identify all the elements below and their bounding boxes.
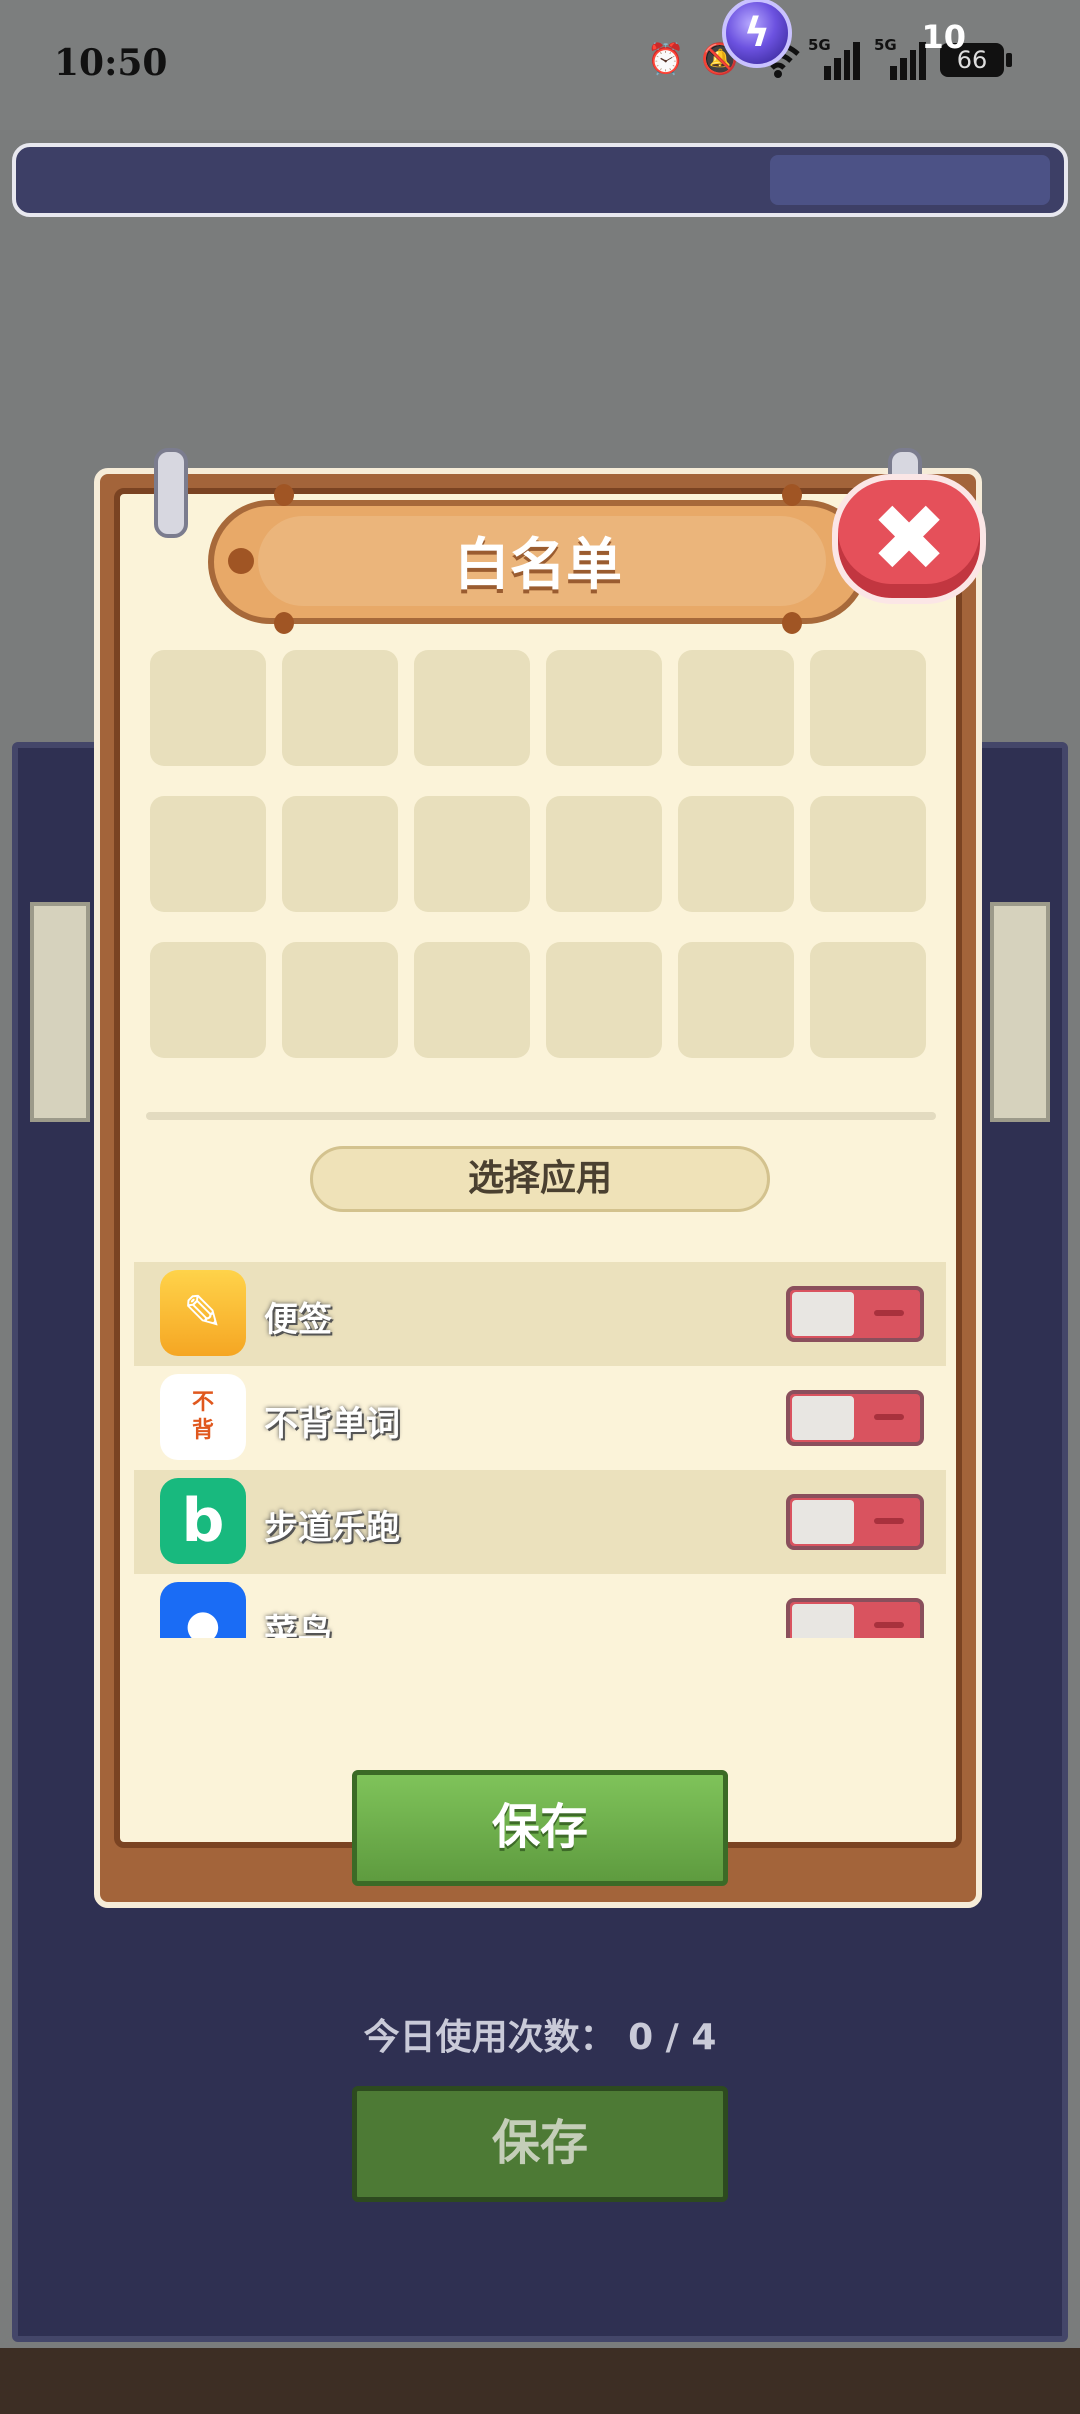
app-toggle[interactable]	[786, 1286, 924, 1342]
whitelist-slot[interactable]	[546, 942, 662, 1058]
icon-text: 不	[191, 1390, 214, 1415]
lightning-orb-icon: ϟ	[722, 0, 792, 68]
budao-app-icon: b	[160, 1478, 246, 1564]
select-apps-button[interactable]: 选择应用	[310, 1146, 770, 1212]
alarm-icon: ⏰	[647, 42, 685, 77]
divider	[146, 1112, 936, 1120]
whitelist-slot[interactable]	[414, 796, 530, 912]
toggle-knob	[792, 1396, 854, 1440]
whitelist-slot[interactable]	[414, 650, 530, 766]
app-toggle[interactable]	[786, 1390, 924, 1446]
status-time: 10:50	[54, 42, 168, 84]
whitelist-slot[interactable]	[282, 650, 398, 766]
background-save-button[interactable]: 保存	[352, 2086, 728, 2202]
app-toggle[interactable]	[786, 1494, 924, 1550]
energy-value: 10	[921, 18, 966, 56]
title-peg	[274, 484, 294, 506]
title-peg	[782, 484, 802, 506]
whitelist-slot[interactable]	[414, 942, 530, 1058]
whitelist-slot[interactable]	[810, 796, 926, 912]
app-list[interactable]: ✎ 便签 不 背 不背单词 b 步道乐跑 ● 菜鸟	[134, 1262, 946, 1638]
network-label: 5G	[874, 36, 897, 54]
toggle-knob	[792, 1292, 854, 1336]
whitelist-slot[interactable]	[150, 796, 266, 912]
app-row: ● 菜鸟	[134, 1574, 946, 1638]
app-row: b 步道乐跑	[134, 1470, 946, 1574]
whitelist-slot[interactable]	[678, 796, 794, 912]
app-row: 不 背 不背单词	[134, 1366, 946, 1470]
toggle-knob	[792, 1604, 854, 1638]
whitelist-slot[interactable]	[546, 650, 662, 766]
save-button[interactable]: 保存	[352, 1770, 728, 1886]
background-card	[990, 902, 1050, 1122]
whitelist-slot[interactable]	[150, 942, 266, 1058]
background-card	[30, 902, 90, 1122]
bubei-app-icon: 不 背	[160, 1374, 246, 1460]
background-bottom-strip	[0, 2348, 1080, 2414]
app-row: ✎ 便签	[134, 1262, 946, 1366]
title-peg	[274, 612, 294, 634]
energy-slot	[770, 155, 1050, 205]
pin-icon	[154, 448, 188, 538]
whitelist-slot-grid	[150, 650, 930, 1062]
signal-5g-icon: 5G	[808, 36, 860, 80]
toggle-off-mark	[874, 1414, 904, 1420]
whitelist-slot[interactable]	[678, 942, 794, 1058]
status-bar: 10:50 ⏰ 🔕 5G 5G 66	[0, 0, 1080, 130]
whitelist-slot[interactable]	[810, 650, 926, 766]
notes-app-icon: ✎	[160, 1270, 246, 1356]
network-label: 5G	[808, 36, 831, 54]
whitelist-slot[interactable]	[546, 796, 662, 912]
close-icon: ✖	[870, 485, 948, 592]
icon-text: 背	[191, 1418, 214, 1443]
daily-usage-count: 今日使用次数： 0 / 4	[363, 2017, 717, 2058]
signal-5g-icon: 5G	[874, 36, 926, 80]
energy-bar	[12, 143, 1068, 217]
toggle-off-mark	[874, 1622, 904, 1628]
toggle-off-mark	[874, 1518, 904, 1524]
app-toggle[interactable]	[786, 1598, 924, 1638]
app-name: 菜鸟	[264, 1612, 332, 1638]
whitelist-slot[interactable]	[150, 650, 266, 766]
toggle-knob	[792, 1500, 854, 1544]
whitelist-slot[interactable]	[282, 942, 398, 1058]
app-name: 便签	[264, 1300, 332, 1340]
toggle-off-mark	[874, 1310, 904, 1316]
app-name: 不背单词	[264, 1404, 400, 1444]
whitelist-slot[interactable]	[282, 796, 398, 912]
modal-title: 白名单	[454, 533, 622, 598]
close-button[interactable]: ✖	[832, 474, 986, 604]
title-peg	[782, 612, 802, 634]
cainiao-app-icon: ●	[160, 1582, 246, 1638]
whitelist-slot[interactable]	[810, 942, 926, 1058]
app-name: 步道乐跑	[264, 1508, 400, 1548]
whitelist-slot[interactable]	[678, 650, 794, 766]
